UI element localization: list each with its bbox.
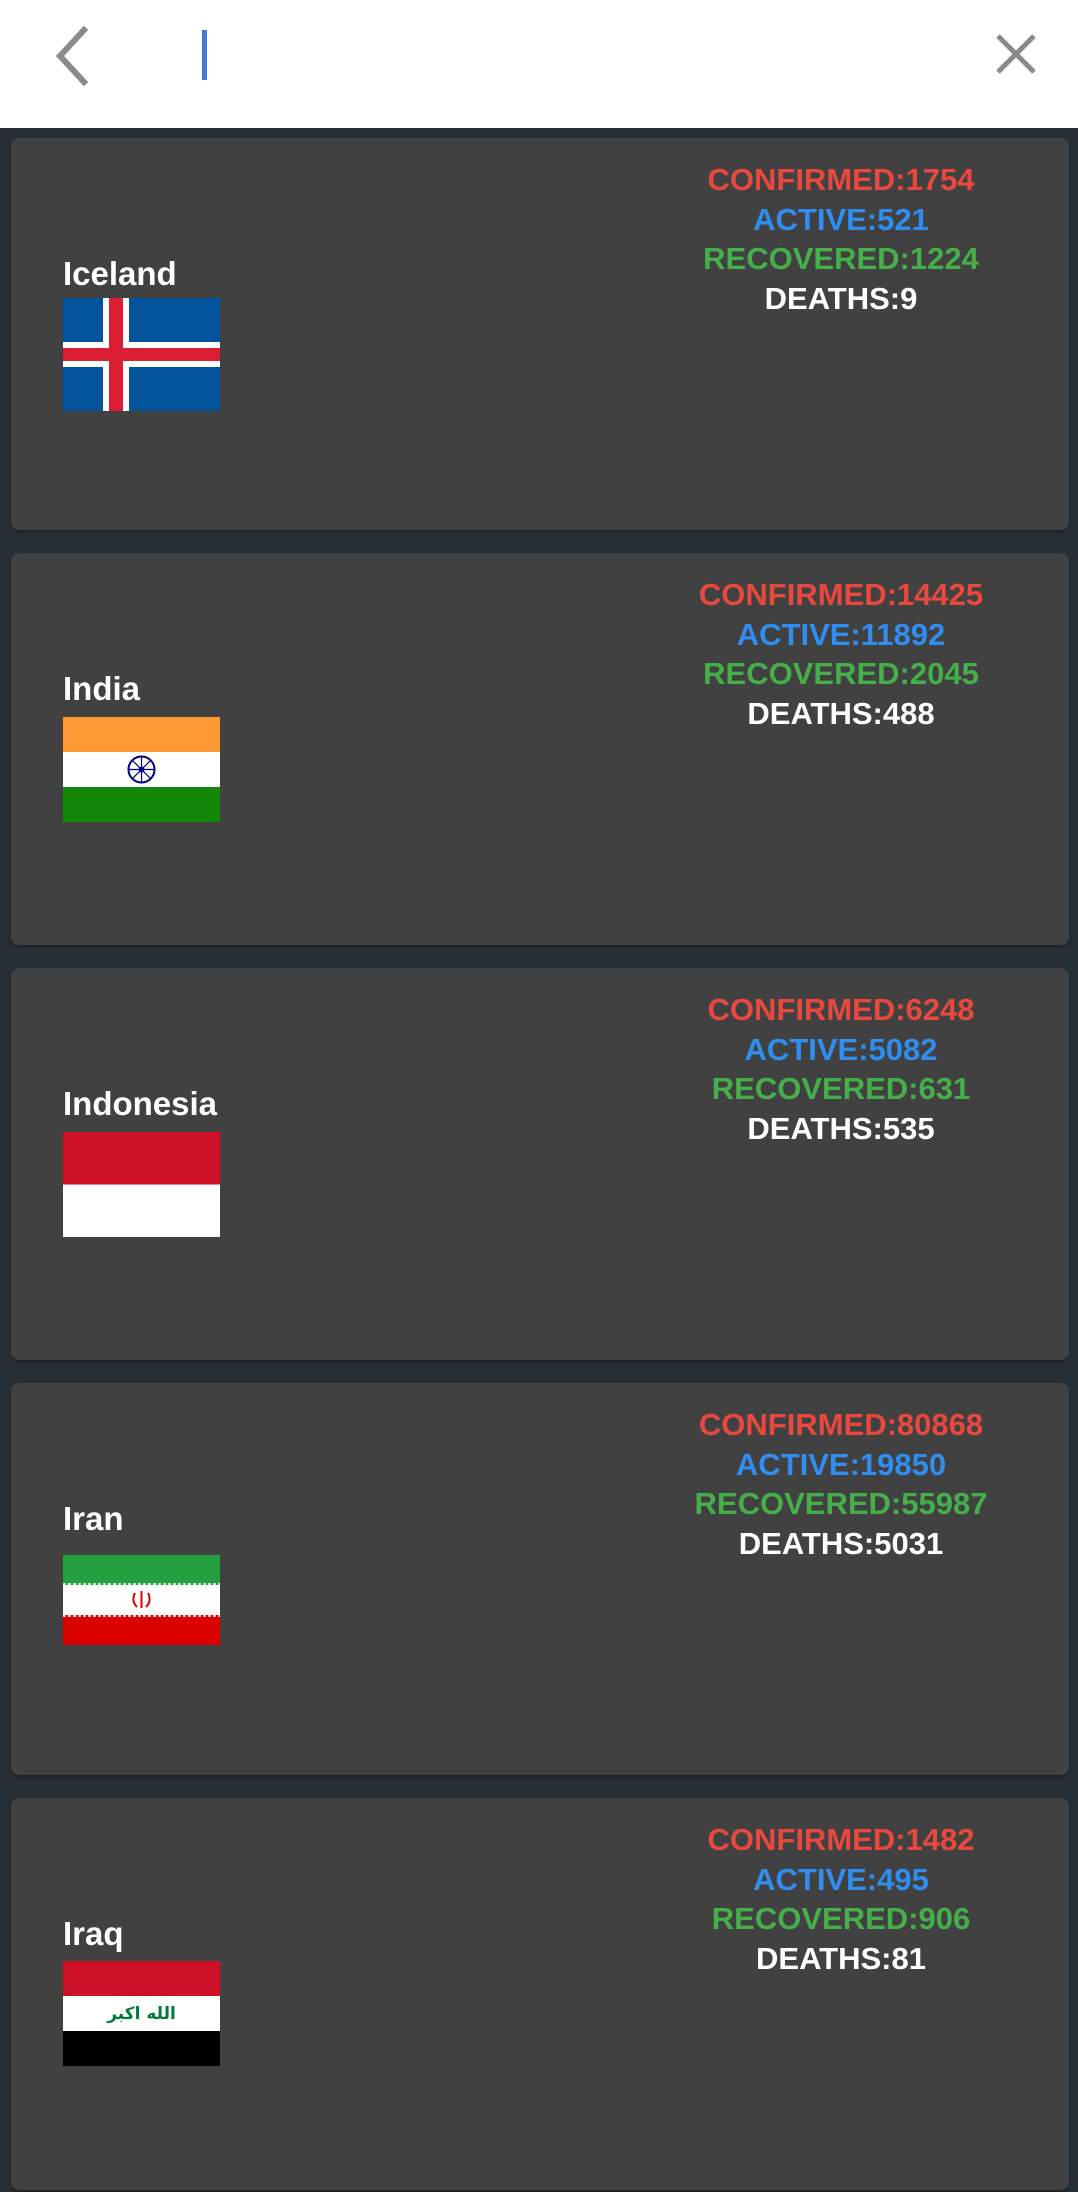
chevron-left-icon (55, 25, 89, 87)
close-icon (996, 34, 1036, 74)
active-count: ACTIVE:5082 (744, 1031, 938, 1067)
confirmed-count: CONFIRMED:1482 (707, 1822, 975, 1857)
active-count: ACTIVE:495 (753, 1861, 929, 1897)
country-card-indonesia[interactable]: Indonesia CONFIRMED:6248 ACTIVE:5082 REC… (11, 968, 1069, 1360)
recovered-count: RECOVERED:2045 (703, 656, 979, 691)
indonesia-flag-icon (63, 1132, 220, 1237)
confirmed-count: CONFIRMED:14425 (698, 577, 984, 612)
recovered-count: RECOVERED:55987 (694, 1486, 988, 1521)
svg-text:الله اكبر: الله اكبر (106, 2004, 176, 2024)
stats-block: CONFIRMED:1482 ACTIVE:495 RECOVERED:906 … (621, 1820, 1061, 1978)
confirmed-count: CONFIRMED:1754 (707, 162, 975, 197)
confirmed-count: CONFIRMED:6248 (707, 992, 975, 1027)
text-cursor (202, 30, 207, 80)
country-card-iran[interactable]: Iran CONFIRMED:80868 ACTIVE:19850 RECOVE… (11, 1383, 1069, 1775)
iran-flag-icon (63, 1555, 220, 1645)
iceland-flag-icon (63, 298, 220, 411)
recovered-count: RECOVERED:1224 (703, 241, 979, 276)
back-button[interactable] (48, 24, 104, 88)
recovered-count: RECOVERED:906 (711, 1901, 971, 1936)
india-flag-icon (63, 717, 220, 822)
clear-search-button[interactable] (990, 28, 1042, 80)
deaths-count: DEATHS:535 (747, 1110, 935, 1146)
active-count: ACTIVE:521 (753, 201, 929, 237)
country-name: Iran (63, 1500, 124, 1537)
country-name: Indonesia (63, 1085, 218, 1122)
deaths-count: DEATHS:81 (756, 1940, 926, 1976)
country-card-iceland[interactable]: Iceland CONFIRMED:1754 ACTIVE:521 RECOVE… (11, 138, 1069, 530)
country-card-india[interactable]: India CONFIRMED:14425 ACTIVE:11892 RECOV… (11, 553, 1069, 945)
active-count: ACTIVE:19850 (735, 1446, 947, 1482)
deaths-count: DEATHS:5031 (738, 1525, 944, 1561)
deaths-count: DEATHS:488 (747, 695, 935, 731)
stats-block: CONFIRMED:14425 ACTIVE:11892 RECOVERED:2… (621, 575, 1061, 733)
stats-block: CONFIRMED:80868 ACTIVE:19850 RECOVERED:5… (621, 1405, 1061, 1563)
confirmed-count: CONFIRMED:80868 (698, 1407, 984, 1442)
iraq-flag-icon: الله اكبر (63, 1961, 220, 2066)
country-name: Iceland (63, 255, 177, 292)
recovered-count: RECOVERED:631 (711, 1071, 971, 1106)
search-input[interactable] (200, 28, 964, 86)
country-card-iraq[interactable]: Iraq الله اكبر CONFIRMED:1482 ACTIVE:495… (11, 1798, 1069, 2190)
active-count: ACTIVE:11892 (736, 616, 946, 652)
deaths-count: DEATHS:9 (764, 280, 918, 316)
stats-block: CONFIRMED:6248 ACTIVE:5082 RECOVERED:631… (621, 990, 1061, 1148)
country-name: Iraq (63, 1915, 124, 1952)
search-toolbar (0, 0, 1078, 128)
stats-block: CONFIRMED:1754 ACTIVE:521 RECOVERED:1224… (621, 160, 1061, 318)
country-name: India (63, 670, 141, 707)
